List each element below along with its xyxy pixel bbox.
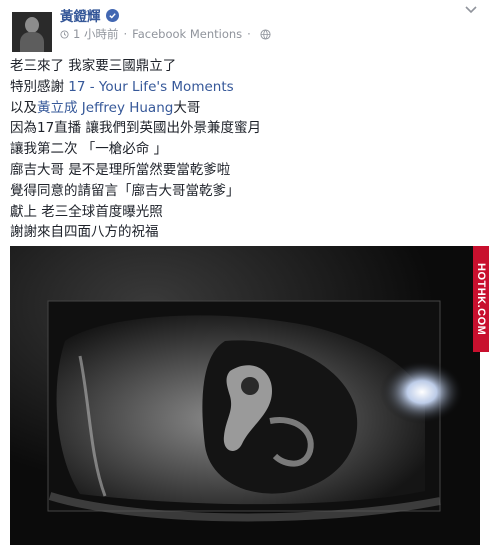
- mention-17-app-link[interactable]: 17 - Your Life's Moments: [68, 79, 233, 95]
- post-body: 老三來了 我家要三國鼎立了 特別感謝 17 - Your Life's Mome…: [10, 56, 480, 243]
- meta-separator: ·: [123, 27, 128, 41]
- post-timestamp-link[interactable]: 1 小時前: [73, 26, 118, 42]
- thanks-text: 特別感謝: [10, 78, 69, 95]
- post-line-person: 以及黃立成 Jeffrey Huang大哥: [10, 98, 480, 119]
- post-photo-ultrasound[interactable]: [10, 246, 480, 545]
- post-line: 讓我第二次 「一槍必命 」: [10, 141, 168, 158]
- suffix-text: 大哥: [173, 99, 201, 116]
- globe-icon[interactable]: [260, 28, 271, 40]
- mention-person-link[interactable]: 黃立成 Jeffrey Huang: [37, 100, 173, 116]
- author-row: 黃鐙輝: [60, 5, 119, 25]
- watermark-text: HOTHK.COM: [475, 262, 487, 336]
- post-line-thanks: 特別感謝 17 - Your Life's Moments: [10, 77, 480, 98]
- post-line: 謝謝來自四面八方的祝福: [10, 224, 159, 241]
- ultrasound-image: [10, 246, 480, 545]
- verified-badge-icon: [105, 8, 119, 22]
- author-avatar[interactable]: [12, 12, 52, 52]
- watermark-badge: HOTHK.COM: [473, 246, 489, 352]
- author-name-link[interactable]: 黃鐙輝: [60, 5, 101, 25]
- post-line: 覺得同意的請留言「廍吉大哥當乾爹」: [10, 182, 240, 199]
- post-options-chevron-icon[interactable]: [463, 6, 479, 18]
- post-line: 因為17直播 讓我們到英國出外景兼度蜜月: [10, 120, 261, 137]
- clock-icon: [60, 29, 69, 39]
- avatar-body: [20, 32, 44, 52]
- meta-separator-2: ·: [247, 27, 251, 41]
- post-line: 老三來了 我家要三國鼎立了: [10, 58, 177, 74]
- post-meta: 1 小時前 · Facebook Mentions ·: [60, 27, 271, 41]
- avatar-head: [25, 17, 39, 33]
- post-source-link[interactable]: Facebook Mentions: [132, 27, 242, 41]
- post-line: 獻上 老三全球首度曝光照: [10, 203, 163, 220]
- and-text: 以及: [10, 99, 37, 116]
- post-line: 廍吉大哥 是不是理所當然要當乾爹啦: [10, 161, 231, 178]
